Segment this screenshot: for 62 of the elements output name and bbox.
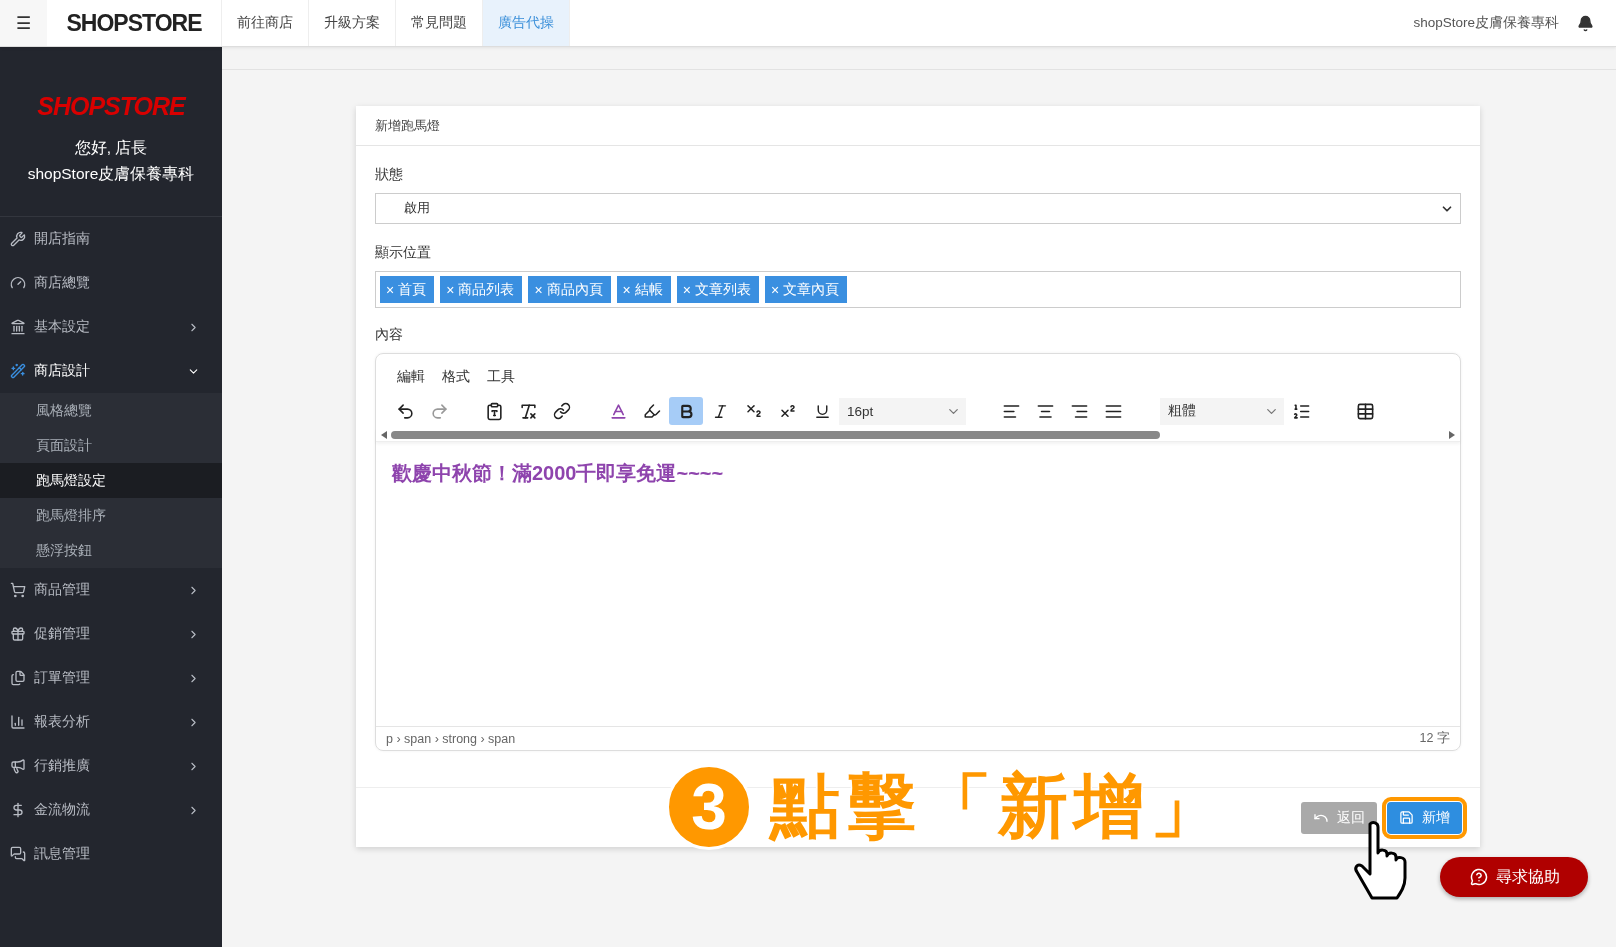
clipboard-icon <box>484 401 504 421</box>
horizontal-scrollbar[interactable] <box>376 428 1460 442</box>
sidebar-item[interactable]: 金流物流 <box>0 788 222 832</box>
tag-label: 商品內頁 <box>546 280 603 299</box>
sidebar-item[interactable]: 訂單管理 <box>0 656 222 700</box>
sidebar-item[interactable]: 報表分析 <box>0 700 222 744</box>
annotation-text: 點擊「新增」 <box>770 766 1226 847</box>
store-name-link[interactable]: shopStore皮膚保養專科 <box>1413 14 1559 32</box>
font-size-dropdown[interactable]: 16pt <box>839 397 966 425</box>
field-label: 內容 <box>375 326 404 344</box>
submenu-item[interactable]: 跑馬燈排序 <box>0 498 222 533</box>
tag-label: 文章列表 <box>694 280 751 299</box>
editor-content[interactable]: 歡慶中秋節！滿2000千即享免運~~~~ <box>376 442 1460 726</box>
submenu-item[interactable]: 懸浮按鈕 <box>0 533 222 568</box>
field-label: 顯示位置 <box>375 244 432 262</box>
card-title: 新增跑馬燈 <box>356 106 1480 146</box>
sidebar-item[interactable]: 訊息管理 <box>0 832 222 876</box>
editor-menu-item[interactable]: 格式 <box>442 368 470 394</box>
redo-icon <box>429 401 449 421</box>
editor-menu-item[interactable]: 編輯 <box>397 368 425 394</box>
element-path: p › span › strong › span <box>386 731 516 746</box>
nav-tab[interactable]: 常見問題 <box>396 0 483 46</box>
scroll-right-icon[interactable] <box>1449 430 1455 439</box>
editor-menu-item[interactable]: 工具 <box>487 368 515 394</box>
submenu-item[interactable]: 風格總覽 <box>0 393 222 428</box>
highlighter-icon <box>643 402 661 420</box>
sidebar-item[interactable]: 基本設定 <box>0 305 222 349</box>
underline-icon <box>813 402 831 420</box>
help-button[interactable]: 尋求協助 <box>1440 857 1588 897</box>
greeting-text: 您好, 店長 shopStore皮膚保養專科 <box>27 138 195 184</box>
tag-label: 首頁 <box>398 280 427 299</box>
sidebar-item[interactable]: 商店總覽 <box>0 261 222 305</box>
tag-label: 結帳 <box>634 280 663 299</box>
sidebar-item[interactable]: 商店設計 <box>0 349 222 393</box>
chat-icon <box>1470 868 1488 886</box>
link-icon <box>553 402 571 420</box>
subscript-icon <box>745 402 763 420</box>
table-icon <box>1355 401 1375 421</box>
sidebar-item[interactable]: 行銷推廣 <box>0 744 222 788</box>
tag-label: 文章內頁 <box>783 280 840 299</box>
word-count: 12 字 <box>1419 730 1450 747</box>
undo-icon <box>395 401 415 421</box>
font-style-dropdown[interactable]: 粗體 <box>1160 397 1284 425</box>
status-select[interactable]: 啟用 <box>375 193 1461 224</box>
submenu-item[interactable]: 跑馬燈設定 <box>0 463 222 498</box>
sidebar-item[interactable]: 開店指南 <box>0 217 222 261</box>
scroll-left-icon[interactable] <box>381 430 387 439</box>
sidebar-item[interactable]: 商品管理 <box>0 568 222 612</box>
clear-format-icon <box>518 401 538 421</box>
sidebar-logo: SHOPSTORE <box>37 92 185 121</box>
tag-label: 商品列表 <box>458 280 515 299</box>
submenu-item[interactable]: 頁面設計 <box>0 428 222 463</box>
text-color-icon <box>608 401 628 421</box>
field-label: 狀態 <box>375 166 404 184</box>
nav-tab[interactable]: 升級方案 <box>309 0 396 46</box>
superscript-icon <box>779 402 797 420</box>
sidebar-item[interactable]: 促銷管理 <box>0 612 222 656</box>
nav-tab[interactable]: 前往商店 <box>222 0 309 46</box>
save-icon <box>1399 810 1414 825</box>
bold-button[interactable] <box>669 397 703 425</box>
menu-toggle-button[interactable]: ☰ <box>0 0 47 46</box>
bell-icon[interactable] <box>1577 14 1594 32</box>
